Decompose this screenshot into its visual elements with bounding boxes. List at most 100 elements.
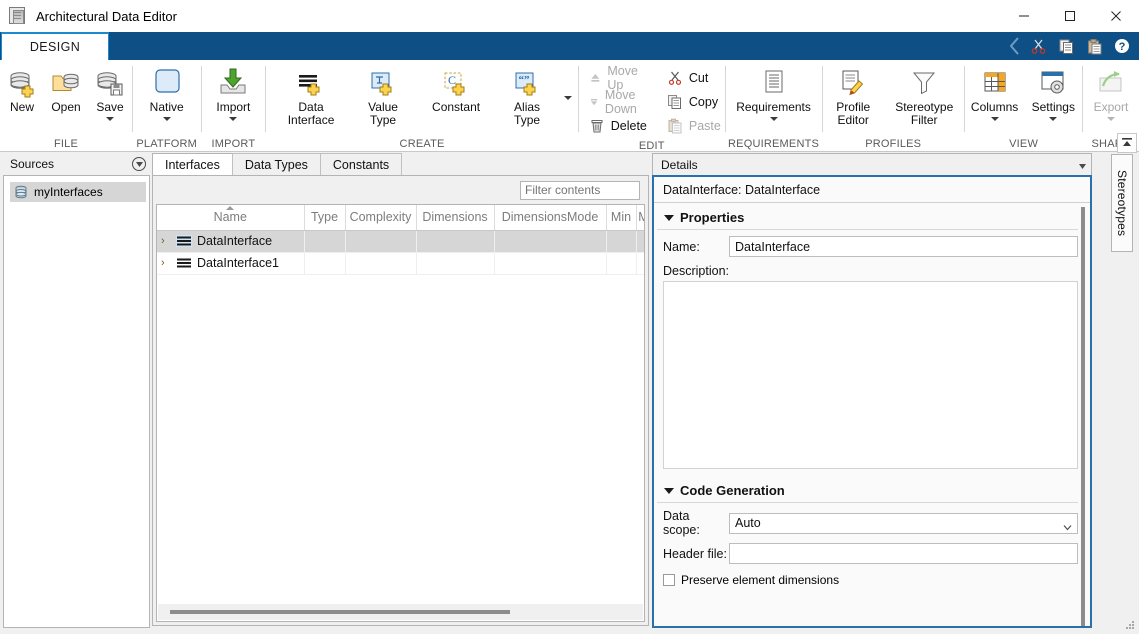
ribbon-group-edit: Move Up Move Down Delete Cut Copy Paste … xyxy=(579,60,725,152)
settings-button[interactable]: Settings xyxy=(1024,64,1082,121)
save-button[interactable]: Save xyxy=(88,64,132,121)
cell-max[interactable] xyxy=(636,252,644,275)
column-header-dimensions[interactable]: Dimensions xyxy=(416,205,495,231)
value-type-button[interactable]: Value Type xyxy=(350,64,416,127)
column-header-type[interactable]: Type xyxy=(304,205,346,231)
scrollbar-thumb[interactable] xyxy=(170,610,510,614)
column-header-min[interactable]: Min xyxy=(606,205,637,231)
column-header-complexity[interactable]: Complexity xyxy=(345,205,417,231)
cell-max[interactable] xyxy=(636,230,644,253)
import-button[interactable]: Import xyxy=(201,64,265,121)
tab-constants[interactable]: Constants xyxy=(319,153,403,175)
title-bar: Architectural Data Editor xyxy=(0,0,1139,32)
table-row[interactable]: › DataInterface xyxy=(157,230,644,253)
description-field[interactable] xyxy=(663,281,1078,469)
ribbon-group-label-view: VIEW xyxy=(1009,138,1039,150)
chevron-right-icon[interactable]: › xyxy=(161,235,171,247)
move-down-button[interactable]: Move Down xyxy=(585,88,651,116)
panel-options-icon[interactable] xyxy=(132,157,146,171)
ribbon-group-label-file: FILE xyxy=(53,138,79,150)
cut-button[interactable]: Cut xyxy=(663,66,725,90)
details-vertical-scrollbar[interactable] xyxy=(1078,207,1088,626)
copy-icon[interactable] xyxy=(1053,34,1079,58)
column-header-max[interactable]: Max xyxy=(636,205,644,231)
scrollbar-thumb[interactable] xyxy=(1081,207,1085,626)
preserve-dimensions-checkbox[interactable] xyxy=(663,574,675,586)
export-dropdown-caret[interactable] xyxy=(1106,117,1115,121)
filter-contents-input[interactable] xyxy=(520,180,640,200)
cell-complexity[interactable] xyxy=(345,230,417,253)
alias-type-add-icon: “” xyxy=(512,64,542,98)
cell-dimensionsmode[interactable] xyxy=(494,252,607,275)
requirements-dropdown-caret[interactable] xyxy=(769,117,778,121)
open-button[interactable]: Open xyxy=(44,64,88,114)
help-icon[interactable]: ? xyxy=(1109,34,1135,58)
horizontal-scrollbar[interactable] xyxy=(158,604,643,620)
delete-button[interactable]: Delete xyxy=(585,114,651,138)
requirements-button[interactable]: Requirements xyxy=(726,64,822,121)
create-overflow-button[interactable] xyxy=(558,64,578,132)
tab-interfaces[interactable]: Interfaces xyxy=(152,153,233,175)
export-button[interactable]: Export xyxy=(1083,64,1139,121)
constant-button[interactable]: C Constant xyxy=(416,64,496,114)
sources-tree[interactable]: myInterfaces xyxy=(3,175,150,628)
cell-type[interactable] xyxy=(304,252,346,275)
ribbon-group-label-requirements: REQUIREMENTS xyxy=(728,138,820,150)
paste-icon[interactable] xyxy=(1081,34,1107,58)
native-dropdown-caret[interactable] xyxy=(162,117,171,121)
data-interface-button[interactable]: Data Interface xyxy=(272,64,350,127)
profile-editor-button[interactable]: Profile Editor xyxy=(822,64,884,127)
cell-complexity[interactable] xyxy=(345,252,417,275)
cell-dimensions[interactable] xyxy=(416,230,495,253)
copy-button[interactable]: Copy xyxy=(663,90,725,114)
collapse-ribbon-icon[interactable] xyxy=(1117,133,1137,153)
cut-icon xyxy=(668,71,681,85)
chevron-right-icon[interactable]: › xyxy=(161,257,171,269)
cell-name[interactable]: › DataInterface xyxy=(157,230,305,253)
cell-type[interactable] xyxy=(304,230,346,253)
section-properties[interactable]: Properties xyxy=(657,206,1078,230)
cell-dimensionsmode[interactable] xyxy=(494,230,607,253)
section-properties-label: Properties xyxy=(680,210,745,225)
settings-dropdown-caret[interactable] xyxy=(1049,117,1058,121)
cell-name[interactable]: › DataInterface1 xyxy=(157,252,305,275)
cell-min[interactable] xyxy=(606,252,637,275)
ribbon-group-requirements: Requirements REQUIREMENTS xyxy=(726,60,822,152)
tab-stereotypes[interactable]: Stereotypes xyxy=(1111,154,1133,252)
import-label: Import xyxy=(216,100,251,114)
chevron-left-icon[interactable] xyxy=(1007,33,1023,59)
maximize-icon[interactable] xyxy=(1047,0,1093,32)
trash-icon xyxy=(591,120,603,133)
tab-design[interactable]: DESIGN xyxy=(1,32,109,60)
tab-data-types[interactable]: Data Types xyxy=(231,153,321,175)
paste-button[interactable]: Paste xyxy=(663,114,725,138)
section-code-generation[interactable]: Code Generation xyxy=(657,479,1078,503)
cut-icon[interactable] xyxy=(1025,34,1051,58)
columns-dropdown-caret[interactable] xyxy=(990,117,999,121)
cell-dimensions[interactable] xyxy=(416,252,495,275)
data-scope-row: Data scope: Auto xyxy=(654,503,1090,537)
arrow-up-icon xyxy=(591,74,600,82)
column-header-dimensionsmode[interactable]: DimensionsMode xyxy=(494,205,607,231)
cell-min[interactable] xyxy=(606,230,637,253)
panel-options-icon[interactable] xyxy=(1079,158,1086,172)
import-arrow-icon xyxy=(217,64,249,98)
preserve-dimensions-row[interactable]: Preserve element dimensions xyxy=(654,564,1090,587)
stereotype-filter-button[interactable]: Stereotype Filter xyxy=(884,64,964,127)
table-row[interactable]: › DataInterface1 xyxy=(157,252,644,275)
alias-type-button[interactable]: “” Alias Type xyxy=(496,64,558,127)
new-button[interactable]: New xyxy=(0,64,44,114)
columns-button[interactable]: Columns xyxy=(965,64,1024,121)
sources-item-myinterfaces[interactable]: myInterfaces xyxy=(10,182,146,202)
import-dropdown-caret[interactable] xyxy=(229,117,238,121)
move-up-button[interactable]: Move Up xyxy=(585,64,651,92)
native-button[interactable]: Native xyxy=(133,64,201,121)
close-icon[interactable] xyxy=(1093,0,1139,32)
resize-grip[interactable] xyxy=(1124,619,1136,631)
minimize-icon[interactable] xyxy=(1001,0,1047,32)
data-scope-select[interactable]: Auto xyxy=(729,512,1078,534)
header-file-field[interactable] xyxy=(729,543,1078,564)
name-field[interactable] xyxy=(729,236,1078,257)
save-dropdown-caret[interactable] xyxy=(106,117,114,121)
column-header-name[interactable]: Name xyxy=(157,205,305,231)
